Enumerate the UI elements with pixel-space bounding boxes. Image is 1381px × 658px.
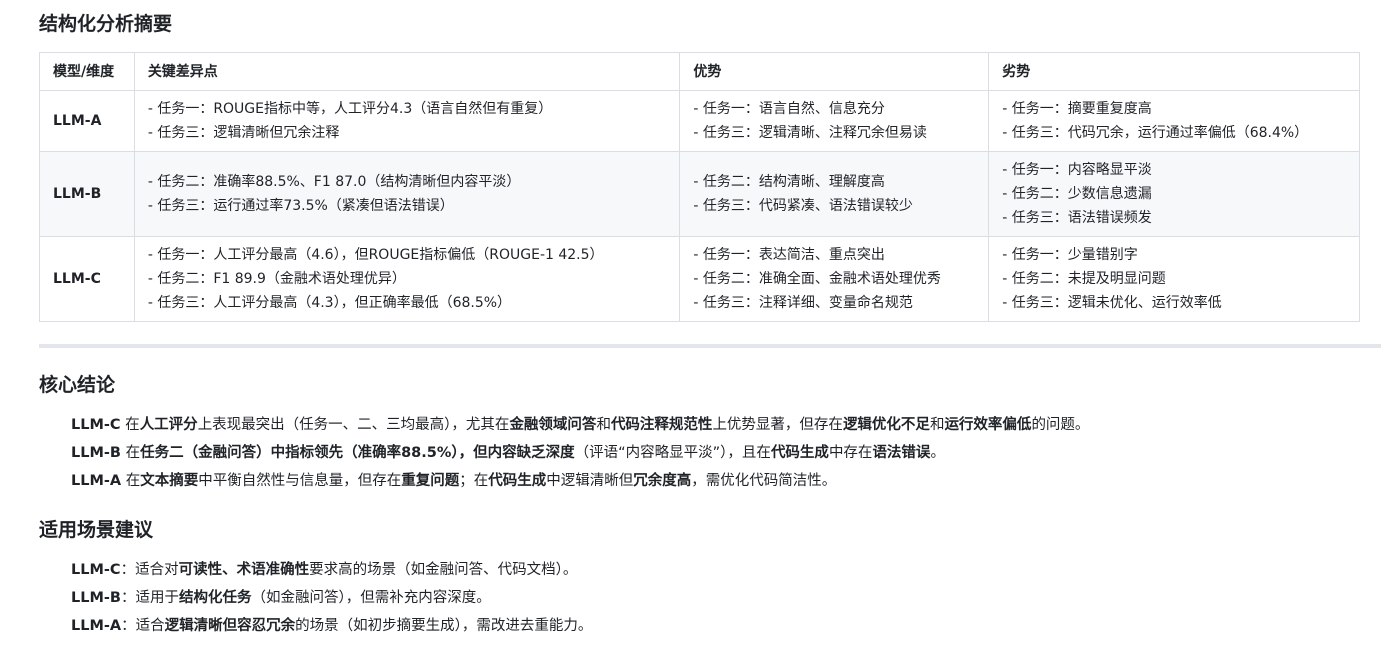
scenario-item: LLM-A：适合逻辑清晰但容忍冗余的场景（如初步摘要生成），需改进去重能力。 xyxy=(71,612,592,640)
emphasis-text: 语法错误 xyxy=(872,445,931,461)
cell-line: - 任务一：表达简洁、重点突出 xyxy=(693,247,885,263)
row-pros: - 任务一：语言自然、信息充分 - 任务三：逻辑清晰、注释冗余但易读 xyxy=(679,90,990,152)
table-header-row: 模型/维度 关键差异点 优势 劣势 xyxy=(39,52,1360,91)
text-segment: 中存在 xyxy=(828,445,873,461)
emphasis-text: LLM-A xyxy=(71,473,122,489)
text-segment: （如金融问答），但需补充内容深度。 xyxy=(251,590,491,606)
text-segment: 和 xyxy=(596,417,611,433)
text-segment: 上表现最突出（任务一、二、三均最高），尤其在 xyxy=(197,417,510,433)
header-cons: 劣势 xyxy=(988,52,1360,91)
emphasis-text: 冗余度高 xyxy=(633,473,692,489)
emphasis-text: 可读性、术语准确性 xyxy=(178,562,310,578)
header-diff: 关键差异点 xyxy=(133,52,681,91)
emphasis-text: 逻辑优化不足 xyxy=(842,417,930,433)
emphasis-text: LLM-A xyxy=(71,618,122,634)
cell-line: - 任务一：人工评分最高（4.6），但ROUGE指标偏低（ROUGE-1 42.… xyxy=(147,247,604,263)
cell-line: - 任务二：结构清晰、理解度高 xyxy=(693,174,885,190)
conclusion-item: LLM-B 在任务二（金融问答）中指标领先（准确率88.5%），但内容缺乏深度（… xyxy=(71,439,1089,467)
row-cons: - 任务一：少量错别字 - 任务二：未提及明显问题 - 任务三：逻辑未优化、运行… xyxy=(988,236,1360,322)
section-title-scenario: 适用场景建议 xyxy=(39,519,154,541)
table-row: LLM-C - 任务一：人工评分最高（4.6），但ROUGE指标偏低（ROUGE… xyxy=(39,236,1360,322)
text-segment: 在 xyxy=(121,473,141,489)
row-model: LLM-C xyxy=(39,236,135,322)
row-pros: - 任务一：表达简洁、重点突出 - 任务二：准确全面、金融术语处理优秀 - 任务… xyxy=(679,236,990,322)
emphasis-text: 重复问题 xyxy=(401,473,460,489)
section-title-conclusion: 核心结论 xyxy=(39,374,116,396)
text-segment: ：适合对 xyxy=(120,562,179,578)
text-segment: 在 xyxy=(120,417,140,433)
emphasis-text: 金融领域问答 xyxy=(509,417,597,433)
scenario-item: LLM-B：适用于结构化任务（如金融问答），但需补充内容深度。 xyxy=(71,584,592,612)
emphasis-text: 代码生成 xyxy=(770,445,829,461)
cell-line: - 任务三：注释详细、变量命名规范 xyxy=(693,295,913,311)
header-pros: 优势 xyxy=(679,52,990,91)
emphasis-text: 人工评分 xyxy=(139,417,198,433)
cell-line: - 任务三：代码冗余，运行通过率偏低（68.4%） xyxy=(1002,125,1309,141)
cell-line: - 任务一：摘要重复度高 xyxy=(1002,101,1152,117)
emphasis-text: 结构化任务 xyxy=(178,590,252,606)
section-divider xyxy=(39,344,1381,348)
table-row: LLM-B - 任务二：准确率88.5%、F1 87.0（结构清晰但内容平淡） … xyxy=(39,151,1360,237)
cell-line: - 任务二：准确全面、金融术语处理优秀 xyxy=(693,271,941,287)
conclusion-item: LLM-A 在文本摘要中平衡自然性与信息量，但存在重复问题；在代码生成中逻辑清晰… xyxy=(71,467,1089,495)
emphasis-text: LLM-C xyxy=(71,562,121,578)
cell-line: - 任务一：内容略显平淡 xyxy=(1002,162,1152,178)
emphasis-text: 代码注释规范性 xyxy=(610,417,713,433)
cell-line: - 任务二：准确率88.5%、F1 87.0（结构清晰但内容平淡） xyxy=(147,174,521,190)
header-model: 模型/维度 xyxy=(39,52,135,91)
cell-line: - 任务二：未提及明显问题 xyxy=(1002,271,1166,287)
text-segment: 中逻辑清晰但 xyxy=(546,473,634,489)
cell-line: - 任务三：运行通过率73.5%（紧凑但语法错误） xyxy=(147,198,454,214)
row-cons: - 任务一：摘要重复度高 - 任务三：代码冗余，运行通过率偏低（68.4%） xyxy=(988,90,1360,152)
cell-line: - 任务一：少量错别字 xyxy=(1002,247,1138,263)
text-segment: 要求高的场景（如金融问答、代码文档）。 xyxy=(309,562,578,578)
comparison-table: 模型/维度 关键差异点 优势 劣势 LLM-A - 任务一：ROUGE指标中等，… xyxy=(39,52,1360,322)
section-title-summary: 结构化分析摘要 xyxy=(39,13,173,35)
text-segment: 上优势显著，但存在 xyxy=(712,417,843,433)
conclusion-item: LLM-C 在人工评分上表现最突出（任务一、二、三均最高），尤其在金融领域问答和… xyxy=(71,411,1089,439)
row-model: LLM-B xyxy=(39,151,135,237)
text-segment: 在 xyxy=(120,445,141,461)
text-segment: 中平衡自然性与信息量，但存在 xyxy=(198,473,402,489)
emphasis-text: 逻辑清晰但容忍冗余 xyxy=(164,618,296,634)
cell-line: - 任务一：ROUGE指标中等，人工评分4.3（语言自然但有重复） xyxy=(147,101,553,117)
text-segment: 和 xyxy=(929,417,945,433)
row-diff: - 任务二：准确率88.5%、F1 87.0（结构清晰但内容平淡） - 任务三：… xyxy=(133,151,681,237)
table-row: LLM-A - 任务一：ROUGE指标中等，人工评分4.3（语言自然但有重复） … xyxy=(39,90,1360,152)
text-segment: ：适用于 xyxy=(120,590,179,606)
scenario-item: LLM-C：适合对可读性、术语准确性要求高的场景（如金融问答、代码文档）。 xyxy=(71,556,592,584)
emphasis-text: LLM-B xyxy=(71,445,121,461)
text-segment: 的场景（如初步摘要生成），需改进去重能力。 xyxy=(295,618,593,634)
text-segment: ：适合 xyxy=(121,618,165,634)
emphasis-text: 运行效率偏低 xyxy=(944,417,1032,433)
emphasis-text: 文本摘要 xyxy=(140,473,199,489)
emphasis-text: LLM-B xyxy=(71,590,121,606)
row-cons: - 任务一：内容略显平淡 - 任务二：少数信息遗漏 - 任务三：语法错误频发 xyxy=(988,151,1360,237)
emphasis-text: LLM-C xyxy=(71,417,121,433)
scenario-list: LLM-C：适合对可读性、术语准确性要求高的场景（如金融问答、代码文档）。 LL… xyxy=(71,556,592,640)
cell-line: - 任务三：语法错误频发 xyxy=(1002,210,1152,226)
text-segment: ；在 xyxy=(459,473,489,489)
text-segment: 的问题。 xyxy=(1031,417,1090,433)
row-model: LLM-A xyxy=(39,90,135,152)
cell-line: - 任务三：逻辑清晰、注释冗余但易读 xyxy=(693,125,927,141)
cell-line: - 任务二：F1 89.9（金融术语处理优异） xyxy=(147,271,406,287)
cell-line: - 任务三：代码紧凑、语法错误较少 xyxy=(693,198,913,214)
cell-line: - 任务三：逻辑未优化、运行效率低 xyxy=(1002,295,1222,311)
emphasis-text: 任务二（金融问答）中指标领先（准确率88.5%），但内容缺乏深度 xyxy=(140,445,575,461)
text-segment: ，需优化代码简洁性。 xyxy=(691,473,837,489)
cell-line: - 任务一：语言自然、信息充分 xyxy=(693,101,885,117)
row-pros: - 任务二：结构清晰、理解度高 - 任务三：代码紧凑、语法错误较少 xyxy=(679,151,990,237)
cell-line: - 任务二：少数信息遗漏 xyxy=(1002,186,1152,202)
row-diff: - 任务一：ROUGE指标中等，人工评分4.3（语言自然但有重复） - 任务三：… xyxy=(133,90,681,152)
text-segment: （评语“内容略显平淡”），且在 xyxy=(574,445,771,461)
emphasis-text: 代码生成 xyxy=(488,473,547,489)
conclusion-list: LLM-C 在人工评分上表现最突出（任务一、二、三均最高），尤其在金融领域问答和… xyxy=(71,411,1089,495)
cell-line: - 任务三：人工评分最高（4.3），但正确率最低（68.5%） xyxy=(147,295,512,311)
text-segment: 。 xyxy=(930,445,945,461)
cell-line: - 任务三：逻辑清晰但冗余注释 xyxy=(147,125,340,141)
row-diff: - 任务一：人工评分最高（4.6），但ROUGE指标偏低（ROUGE-1 42.… xyxy=(133,236,681,322)
